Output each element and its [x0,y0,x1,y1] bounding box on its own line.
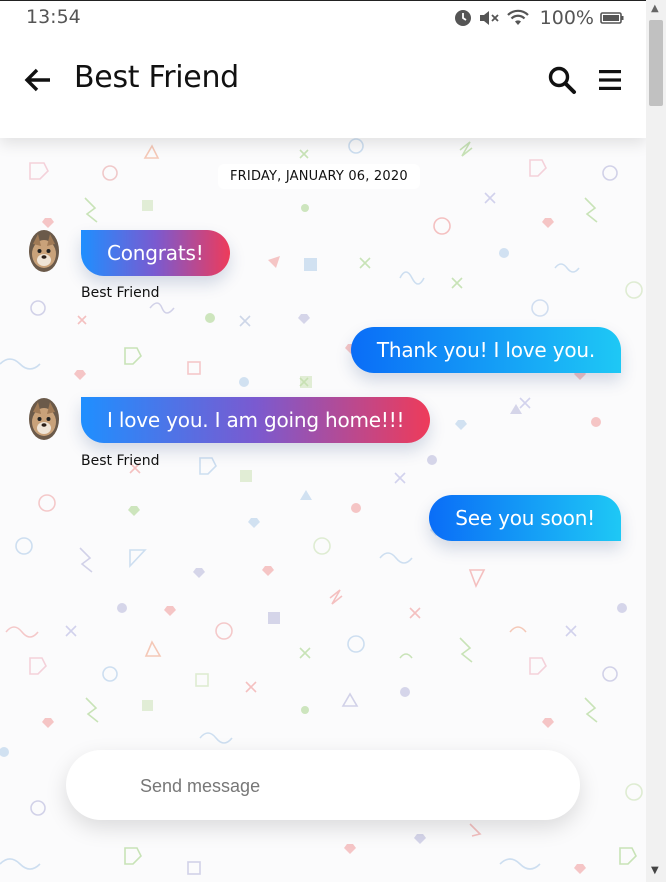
scrollbar[interactable]: ▲ ▼ [646,0,666,882]
avatar[interactable] [29,398,59,440]
message-bubble[interactable]: I love you. I am going home!!! [81,397,431,443]
wifi-icon [506,9,529,25]
sender-name: Best Friend [81,285,160,301]
back-arrow-icon[interactable] [22,64,54,96]
message-incoming: I love you. I am going home!!! Best Frie… [0,396,646,476]
status-bar: 13:54 100% [0,0,646,35]
chat-header: Best Friend [0,34,646,138]
sender-name: Best Friend [81,453,160,469]
message-input[interactable] [138,770,562,802]
mute-icon [479,11,499,25]
alarm-icon [454,10,471,26]
search-icon[interactable] [546,64,578,96]
status-icons: 100% [454,7,624,29]
battery-icon [600,12,624,24]
message-bubble[interactable]: See you soon! [429,495,621,541]
message-outgoing: See you soon! [0,494,646,544]
scroll-thumb[interactable] [649,20,663,106]
scroll-up-arrow-icon[interactable]: ▲ [651,4,659,14]
chat-title: Best Friend [74,60,239,95]
message-bubble[interactable]: Congrats! [81,230,230,276]
avatar[interactable] [29,230,59,272]
hamburger-menu-icon[interactable] [596,65,624,95]
message-incoming: Congrats! Best Friend [0,228,646,308]
message-bubble[interactable]: Thank you! I love you. [350,327,621,373]
message-composer [66,750,580,820]
message-outgoing: Thank you! I love you. [0,326,646,376]
status-time: 13:54 [26,6,81,28]
chat-screen: 13:54 100% Best Friend FRIDAY, JANUARY 0… [0,0,646,882]
scroll-down-arrow-icon[interactable]: ▼ [651,866,659,876]
battery-percent: 100% [539,7,594,29]
date-separator: FRIDAY, JANUARY 06, 2020 [218,164,420,189]
